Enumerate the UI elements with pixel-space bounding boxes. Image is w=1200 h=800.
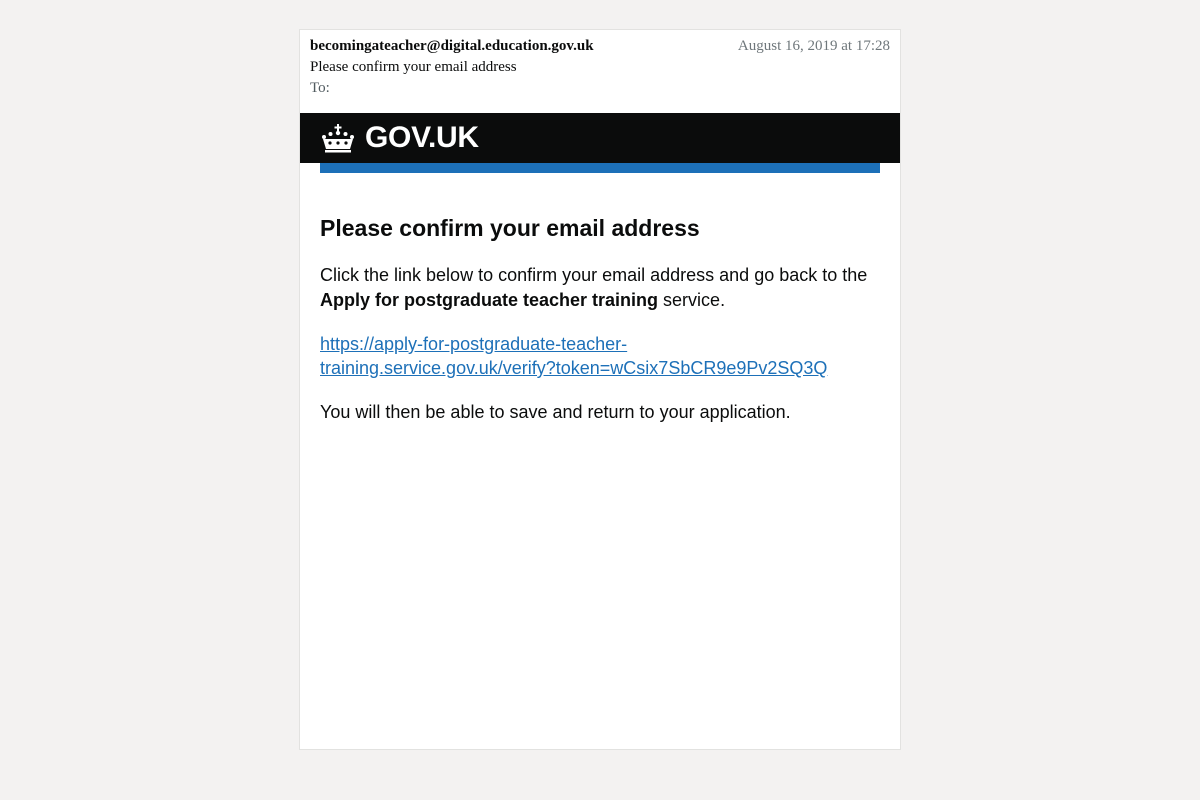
verify-link-line-1[interactable]: https://apply-for-postgraduate-teacher- xyxy=(320,334,627,354)
email-subject: Please confirm your email address xyxy=(310,59,517,75)
email-heading: Please confirm your email address xyxy=(320,215,700,241)
email-message: becomingateacher@digital.education.gov.u… xyxy=(299,29,901,750)
header-accent-bar xyxy=(320,163,880,173)
email-body: Please confirm your email address Click … xyxy=(300,173,900,425)
intro-suffix: service. xyxy=(658,290,726,310)
govuk-header: GOV.UK xyxy=(300,113,900,163)
sender-address[interactable]: becomingateacher@digital.education.gov.u… xyxy=(310,38,594,55)
recipient-label: To: xyxy=(310,80,330,96)
intro-text: Click the link below to confirm your ema… xyxy=(320,265,868,285)
verify-link[interactable]: https://apply-for-postgraduate-teacher-t… xyxy=(320,332,865,380)
email-header: becomingateacher@digital.education.gov.u… xyxy=(300,30,900,113)
outro-paragraph: You will then be able to save and return… xyxy=(320,402,791,422)
govuk-logotype[interactable]: GOV.UK xyxy=(365,121,479,155)
service-name: Apply for postgraduate teacher training xyxy=(320,290,659,310)
sent-date: August 16, 2019 at 17:28 xyxy=(737,38,890,54)
intro-paragraph: Click the link below to confirm your ema… xyxy=(320,263,880,313)
verify-link-line-2[interactable]: training.service.gov.uk/verify?token=wCs… xyxy=(320,358,827,378)
crown-icon xyxy=(322,124,354,153)
